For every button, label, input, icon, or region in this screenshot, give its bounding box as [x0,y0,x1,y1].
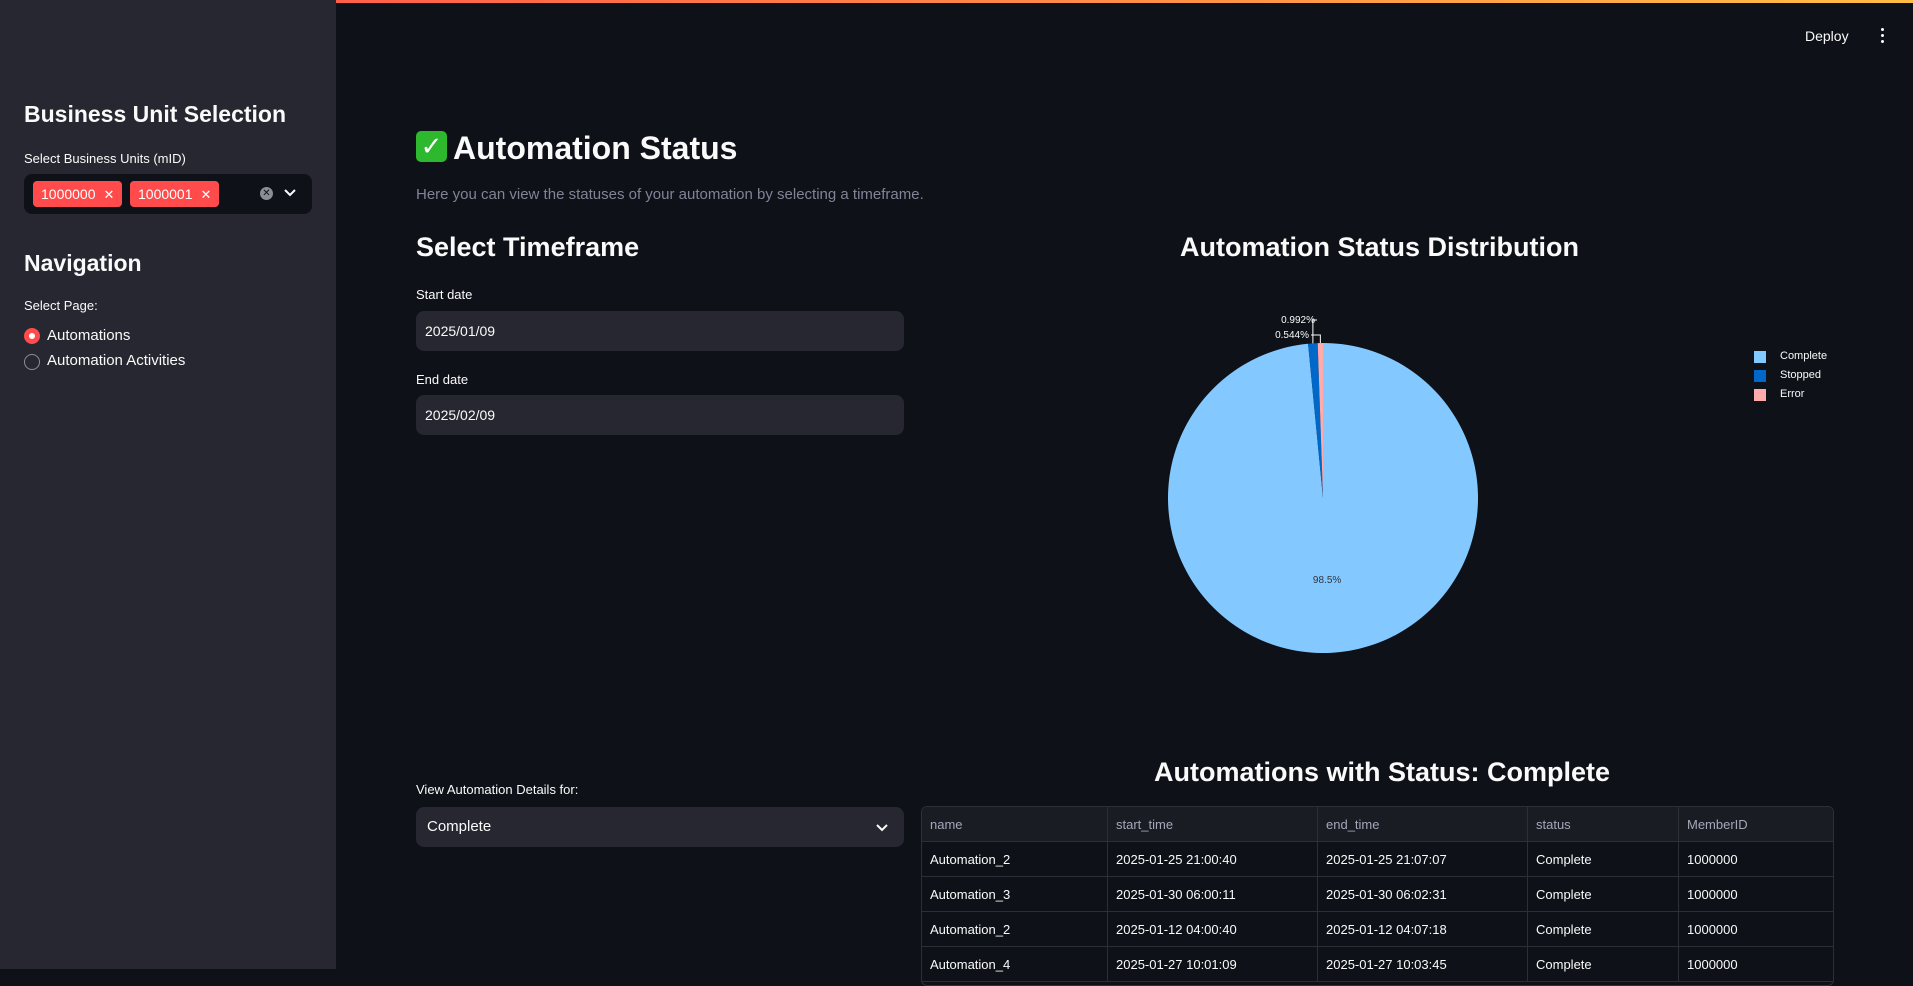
table-cell[interactable]: 1000000 [1678,877,1833,912]
table-cell[interactable]: 1000000 [1678,947,1833,982]
bu-tag-label: 1000001 [138,186,193,202]
radio-automations[interactable] [24,328,40,344]
table-row[interactable]: Automation_2 2025-01-12 04:00:40 2025-01… [922,912,1833,947]
legend-label: Complete [1780,350,1828,362]
select-page-label: Select Page: [24,298,98,313]
table-cell[interactable]: Complete [1527,912,1678,947]
chevron-down-icon[interactable] [282,184,298,200]
status-pie-chart: 98.5% 0.992% 0.544% [1168,315,1478,653]
table-cell[interactable]: Automation_4 [922,947,1107,982]
table-cell[interactable]: 2025-01-27 10:03:45 [1317,947,1527,982]
table-cell[interactable]: 1000000 [1678,912,1833,947]
end-date-input[interactable]: 2025/02/09 [416,395,904,435]
automations-table[interactable]: name start_time end_time status MemberID… [921,806,1834,986]
table-heading: Automations with Status: Complete [1154,757,1611,787]
business-unit-label: Select Business Units (mID) [24,151,186,166]
radio-automation-activities[interactable] [24,354,40,370]
legend-label: Error [1780,388,1805,400]
clear-all-icon[interactable]: ✕ [260,187,273,200]
table-cell[interactable]: Automation_3 [922,877,1107,912]
remove-tag-icon[interactable]: ✕ [104,187,115,202]
table-cell[interactable]: Complete [1527,877,1678,912]
radio-label-automation-activities[interactable]: Automation Activities [47,352,185,369]
column-header-name[interactable]: name [922,807,1107,842]
business-unit-heading: Business Unit Selection [24,101,287,127]
table-cell[interactable]: Automation_2 [922,842,1107,877]
pie-label-error: 0.544% [1275,330,1309,341]
main-menu-icon[interactable] [1878,28,1886,46]
end-date-label: End date [416,372,469,387]
legend-swatch [1754,389,1766,401]
table-cell[interactable]: 2025-01-30 06:00:11 [1107,877,1317,912]
table-cell[interactable]: 1000000 [1678,842,1833,877]
page-title: Automation Status [453,130,738,166]
column-header-member-id[interactable]: MemberID [1678,807,1833,842]
table-cell[interactable]: Complete [1527,947,1678,982]
legend-swatch [1754,351,1766,363]
table-cell[interactable]: 2025-01-25 21:00:40 [1107,842,1317,877]
column-header-status[interactable]: status [1527,807,1678,842]
table-cell[interactable]: Complete [1527,842,1678,877]
table-row[interactable]: Automation_4 2025-01-27 10:01:09 2025-01… [922,947,1833,982]
table-cell[interactable]: 2025-01-30 06:02:31 [1317,877,1527,912]
status-select-value: Complete [427,818,492,835]
table-row[interactable]: Automation_2 2025-01-25 21:00:40 2025-01… [922,842,1833,877]
legend-swatch [1754,370,1766,382]
start-date-input[interactable]: 2025/01/09 [416,311,904,351]
table-cell[interactable]: 2025-01-12 04:07:18 [1317,912,1527,947]
bu-tag[interactable]: 1000001 ✕ [130,181,220,207]
chevron-down-icon[interactable] [874,819,890,835]
table-cell[interactable]: 2025-01-12 04:00:40 [1107,912,1317,947]
table-header-row: name start_time end_time status MemberID [922,807,1833,842]
timeframe-heading: Select Timeframe [416,232,640,262]
bu-tag-label: 1000000 [41,186,96,202]
table-cell[interactable]: 2025-01-25 21:07:07 [1317,842,1527,877]
radio-label-automations[interactable]: Automations [47,327,130,344]
status-select[interactable]: Complete [416,807,904,847]
column-header-end-time[interactable]: end_time [1317,807,1527,842]
check-mark-icon: ✓ [416,131,447,162]
pie-label-stopped: 0.992% [1281,315,1315,326]
bu-tag[interactable]: 1000000 ✕ [33,181,123,207]
table-row[interactable]: Automation_3 2025-01-30 06:00:11 2025-01… [922,877,1833,912]
pie-label-complete: 98.5% [1313,575,1341,586]
business-unit-multiselect[interactable]: 1000000 ✕ 1000001 ✕ ✕ [24,174,312,214]
table-cell[interactable]: 2025-01-27 10:01:09 [1107,947,1317,982]
remove-tag-icon[interactable]: ✕ [201,187,212,202]
deploy-button[interactable]: Deploy [1805,28,1849,44]
column-header-start-time[interactable]: start_time [1107,807,1317,842]
table-cell[interactable]: Automation_2 [922,912,1107,947]
legend-label: Stopped [1780,369,1821,381]
page-subtitle: Here you can view the statuses of your a… [416,186,924,203]
start-date-label: Start date [416,287,473,302]
details-label: View Automation Details for: [416,782,579,797]
chart-title: Automation Status Distribution [1180,232,1579,262]
navigation-heading: Navigation [24,250,142,276]
sidebar: Business Unit Selection Select Business … [0,0,336,969]
